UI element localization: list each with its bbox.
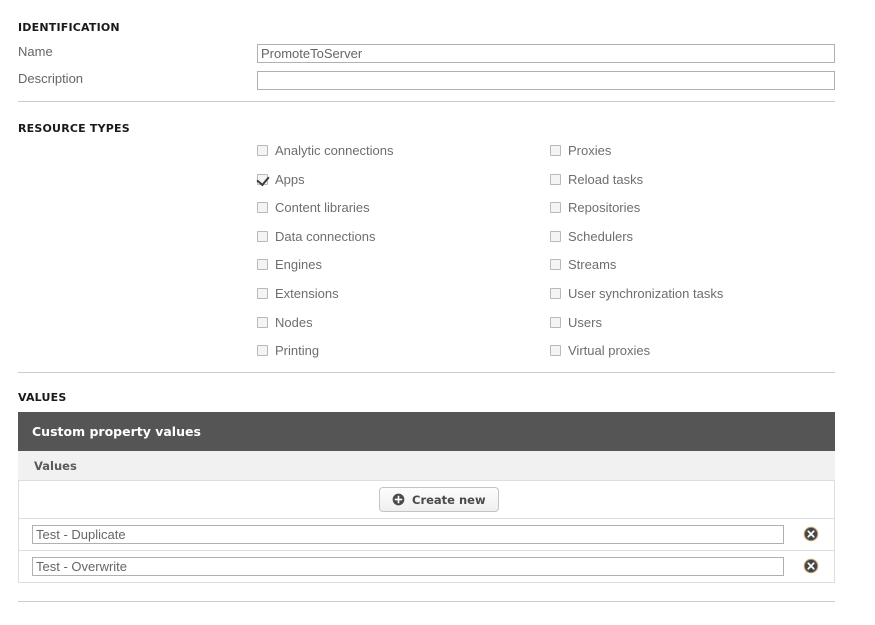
- checkbox-box-icon[interactable]: [550, 145, 561, 156]
- checkbox-label: Analytic connections: [275, 143, 394, 158]
- checkbox-label: Nodes: [275, 315, 313, 330]
- create-new-button[interactable]: Create new: [379, 487, 499, 512]
- checkbox-extensions[interactable]: Extensions: [257, 287, 339, 300]
- checkbox-label: Streams: [568, 257, 617, 272]
- plus-circle-icon: [392, 493, 405, 506]
- checkbox-box-icon[interactable]: [550, 288, 561, 299]
- checkbox-label: Extensions: [275, 286, 339, 301]
- checkbox-label: Virtual proxies: [568, 343, 651, 358]
- checkbox-user-synchronization-tasks[interactable]: User synchronization tasks: [550, 287, 723, 300]
- delete-value-button[interactable]: [803, 526, 819, 542]
- checkbox-label: Printing: [275, 343, 320, 358]
- checkbox-content-libraries[interactable]: Content libraries: [257, 201, 370, 214]
- create-new-button-label: Create new: [412, 492, 486, 507]
- checkbox-box-icon[interactable]: [550, 317, 561, 328]
- identification-section-title: IDENTIFICATION: [18, 21, 120, 34]
- resource-types-section-title: RESOURCE TYPES: [18, 122, 130, 135]
- description-label: Description: [18, 71, 84, 86]
- checkbox-box-icon[interactable]: [550, 174, 561, 185]
- checkbox-box-checked-icon[interactable]: [257, 174, 268, 185]
- checkbox-printing[interactable]: Printing: [257, 344, 319, 357]
- panel-header: Custom property values: [18, 412, 835, 451]
- value-input[interactable]: [32, 525, 784, 544]
- checkbox-data-connections[interactable]: Data connections: [257, 230, 375, 243]
- value-row: [18, 519, 835, 551]
- values-column-header-row: Values: [18, 451, 835, 481]
- description-input[interactable]: [257, 71, 835, 90]
- custom-property-values-panel: Custom property values Values Create new: [18, 412, 835, 583]
- checkbox-label: Repositories: [568, 200, 641, 215]
- name-label: Name: [18, 44, 53, 59]
- checkbox-repositories[interactable]: Repositories: [550, 201, 640, 214]
- checkbox-box-icon[interactable]: [257, 345, 268, 356]
- checkbox-box-icon[interactable]: [550, 259, 561, 270]
- value-row: [18, 551, 835, 583]
- checkbox-users[interactable]: Users: [550, 316, 602, 329]
- checkbox-box-icon[interactable]: [257, 145, 268, 156]
- checkbox-box-icon[interactable]: [550, 345, 561, 356]
- checkbox-box-icon[interactable]: [257, 202, 268, 213]
- checkbox-label: Engines: [275, 257, 322, 272]
- checkbox-proxies[interactable]: Proxies: [550, 144, 611, 157]
- checkbox-label: Proxies: [568, 143, 612, 158]
- create-new-row: Create new: [18, 481, 835, 519]
- checkbox-schedulers[interactable]: Schedulers: [550, 230, 633, 243]
- checkbox-label: Reload tasks: [568, 172, 644, 187]
- checkbox-box-icon[interactable]: [257, 259, 268, 270]
- checkbox-engines[interactable]: Engines: [257, 258, 322, 271]
- checkbox-label: Users: [568, 315, 602, 330]
- resource-types-divider: [18, 372, 835, 373]
- values-column-header: Values: [34, 458, 77, 473]
- value-input[interactable]: [32, 557, 784, 576]
- values-bottom-divider: [18, 601, 835, 602]
- checkbox-analytic-connections[interactable]: Analytic connections: [257, 144, 394, 157]
- checkbox-box-icon[interactable]: [257, 288, 268, 299]
- panel-header-title: Custom property values: [32, 424, 201, 439]
- checkbox-box-icon[interactable]: [550, 231, 561, 242]
- checkbox-apps[interactable]: Apps: [257, 173, 305, 186]
- checkbox-streams[interactable]: Streams: [550, 258, 616, 271]
- checkbox-box-icon[interactable]: [257, 317, 268, 328]
- checkbox-box-icon[interactable]: [550, 202, 561, 213]
- identification-divider: [18, 101, 835, 102]
- custom-property-editor: IDENTIFICATION Name Description RESOURCE…: [0, 0, 875, 625]
- checkbox-virtual-proxies[interactable]: Virtual proxies: [550, 344, 650, 357]
- name-input[interactable]: [257, 44, 835, 63]
- checkbox-label: Content libraries: [275, 200, 370, 215]
- delete-circle-icon: [803, 558, 819, 574]
- checkbox-box-icon[interactable]: [257, 231, 268, 242]
- delete-value-button[interactable]: [803, 558, 819, 574]
- checkbox-label: User synchronization tasks: [568, 286, 724, 301]
- values-section-title: VALUES: [18, 391, 67, 404]
- checkbox-nodes[interactable]: Nodes: [257, 316, 313, 329]
- checkbox-label: Apps: [275, 172, 305, 187]
- delete-circle-icon: [803, 526, 819, 542]
- checkbox-reload-tasks[interactable]: Reload tasks: [550, 173, 643, 186]
- checkbox-label: Schedulers: [568, 229, 634, 244]
- checkbox-label: Data connections: [275, 229, 376, 244]
